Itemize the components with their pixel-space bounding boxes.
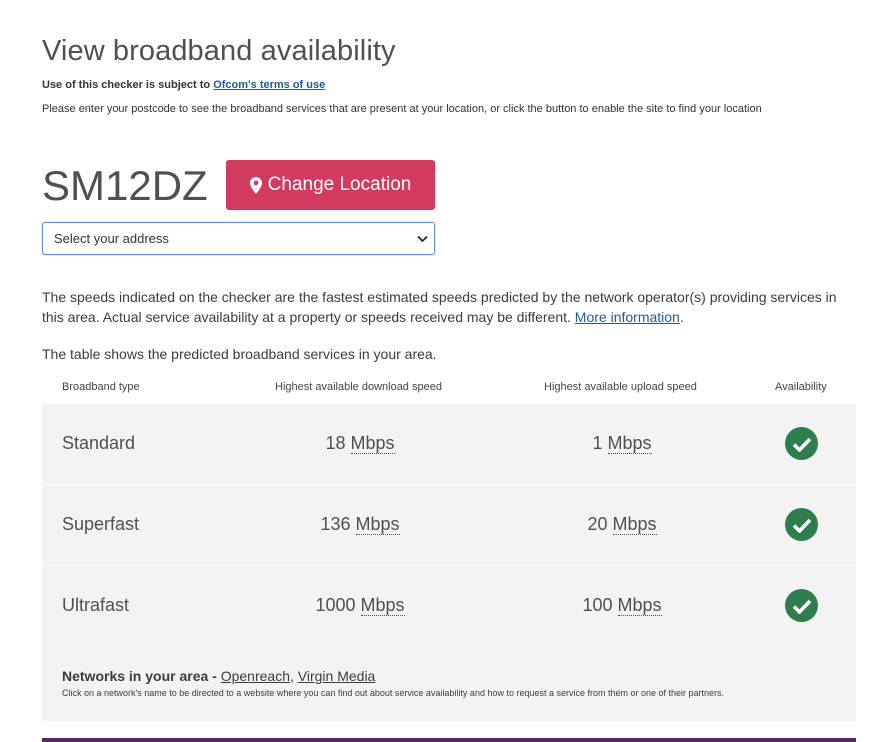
change-location-button[interactable]: Change Location (226, 160, 435, 210)
networks-note: Click on a network's name to be directed… (62, 688, 725, 698)
address-select[interactable]: Select your address (42, 222, 435, 255)
table-header: Broadband type Highest available downloa… (42, 381, 856, 397)
table-row: Ultrafast 1000 Mbps 100 Mbps (42, 566, 856, 646)
available-check-icon (785, 427, 818, 460)
table-intro: The table shows the predicted broadband … (42, 346, 437, 362)
available-check-icon (785, 589, 818, 622)
header-upload-speed: Highest available upload speed (544, 381, 697, 393)
header-broadband-type: Broadband type (62, 381, 140, 393)
upload-speed: 100 Mbps (522, 595, 722, 616)
instructions-text: Please enter your postcode to see the br… (42, 103, 762, 115)
network-link-openreach[interactable]: Openreach (221, 668, 290, 684)
postcode-display: SM12DZ (42, 162, 208, 209)
download-speed: 1000 Mbps (260, 595, 460, 616)
upload-speed: 20 Mbps (522, 514, 722, 535)
broadband-type: Standard (62, 433, 136, 453)
unit-abbr: Mbps (617, 595, 662, 616)
terms-of-use-link[interactable]: Ofcom's terms of use (213, 79, 325, 91)
unit-abbr: Mbps (350, 433, 395, 454)
footer-divider (42, 738, 856, 742)
terms-prefix: Use of this checker is subject to (42, 79, 211, 91)
header-availability: Availability (775, 381, 827, 393)
header-download-speed: Highest available download speed (275, 381, 442, 393)
page-title: View broadband availability (42, 35, 396, 67)
speed-disclaimer: The speeds indicated on the checker are … (42, 289, 837, 325)
unit-abbr: Mbps (612, 514, 657, 535)
table-row: Standard 18 Mbps 1 Mbps (42, 404, 856, 484)
upload-speed: 1 Mbps (522, 433, 722, 454)
networks-line: Networks in your area - Openreach, Virgi… (62, 668, 376, 684)
disclaimer-text: The speeds indicated on the checker are … (42, 289, 837, 325)
unit-abbr: Mbps (360, 595, 405, 616)
download-value: 1000 (315, 595, 356, 615)
download-speed: 18 Mbps (260, 433, 460, 454)
unit-abbr: Mbps (607, 433, 652, 454)
map-marker-icon (249, 176, 262, 194)
available-check-icon (785, 508, 818, 541)
unit-abbr: Mbps (355, 514, 400, 535)
broadband-type: Ultrafast (62, 595, 130, 615)
change-location-label: Change Location (267, 174, 412, 195)
networks-panel: Networks in your area - Openreach, Virgi… (42, 646, 856, 721)
network-link-virgin-media[interactable]: Virgin Media (298, 668, 376, 684)
chevron-down-icon (417, 235, 428, 242)
table-row: Superfast 136 Mbps 20 Mbps (42, 485, 856, 565)
broadband-type: Superfast (62, 514, 140, 534)
download-speed: 136 Mbps (260, 514, 460, 535)
upload-value: 100 (582, 595, 613, 615)
upload-value: 20 (587, 514, 608, 534)
upload-value: 1 (592, 433, 603, 453)
networks-label: Networks in your area - (62, 668, 217, 684)
download-value: 136 (320, 514, 351, 534)
address-select-value: Select your address (54, 231, 169, 246)
download-value: 18 (325, 433, 346, 453)
more-information-link[interactable]: More information (575, 309, 680, 325)
terms-notice: Use of this checker is subject to Ofcom'… (42, 79, 325, 91)
